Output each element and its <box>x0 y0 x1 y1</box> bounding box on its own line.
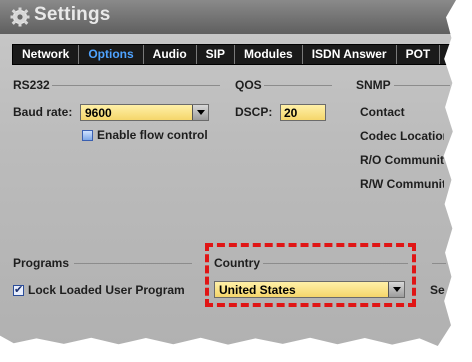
dscp-input[interactable]: 20 <box>280 104 326 121</box>
window-title: Settings <box>34 4 111 25</box>
flow-control-checkbox[interactable] <box>82 130 93 141</box>
qos-heading: QOS <box>235 78 262 92</box>
snmp-ro-community-label: R/O Community <box>360 153 444 167</box>
snmp-contact-label: Contact <box>360 105 405 119</box>
snmp-codec-location-label: Codec Location <box>360 129 444 143</box>
lock-program-label: Lock Loaded User Program <box>28 283 185 297</box>
snmp-heading: SNMP <box>356 78 391 92</box>
country-highlight-callout <box>205 243 416 307</box>
tab-options[interactable]: Options <box>79 45 144 64</box>
snmp-rw-community-label: R/W Community <box>360 177 444 191</box>
tab-network[interactable]: Network <box>13 45 80 64</box>
programs-divider <box>74 263 192 264</box>
programs-heading: Programs <box>13 256 70 270</box>
rs232-heading: RS232 <box>13 78 50 92</box>
baud-rate-select[interactable]: 9600 <box>80 104 209 121</box>
partial-right-label: Se <box>430 283 445 297</box>
rs232-divider <box>52 85 220 86</box>
lock-program-checkbox[interactable] <box>13 283 24 296</box>
qos-divider <box>264 85 332 86</box>
baud-rate-value: 9600 <box>85 106 112 120</box>
tab-bar: Network Options Audio SIP Modules ISDN A… <box>12 44 456 65</box>
partial-right-divider <box>432 263 446 264</box>
tab-modules[interactable]: Modules <box>235 45 303 64</box>
settings-window: Settings Network Options Audio SIP Modul… <box>0 0 456 346</box>
tab-audio[interactable]: Audio <box>144 45 197 64</box>
dscp-label: DSCP: <box>235 105 273 119</box>
tab-isdn-answer[interactable]: ISDN Answer <box>303 45 397 64</box>
gear-icon <box>10 7 30 27</box>
tab-sip[interactable]: SIP <box>197 45 236 64</box>
baud-rate-label: Baud rate: <box>13 105 73 119</box>
snmp-divider <box>394 85 450 86</box>
title-bar: Settings <box>0 0 456 34</box>
chevron-down-icon[interactable] <box>192 105 208 120</box>
flow-control-label: Enable flow control <box>97 128 208 142</box>
tab-pot[interactable]: POT <box>397 45 441 64</box>
